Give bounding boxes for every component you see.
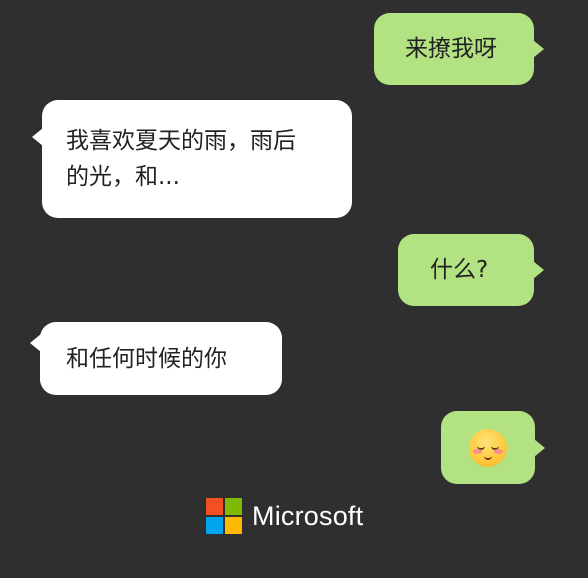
message-text: 什么? — [430, 257, 489, 283]
microsoft-brand: Microsoft — [206, 496, 363, 536]
message-line: 的光，和... — [66, 164, 180, 190]
message-text: 和任何时候的你 — [66, 345, 227, 372]
microsoft-logo-icon — [206, 498, 242, 534]
sent-message-bubble[interactable]: 来撩我呀 — [374, 13, 544, 85]
bubble-tail — [533, 261, 544, 279]
bubble-tail — [534, 438, 545, 457]
sent-emoji-bubble[interactable] — [441, 411, 545, 484]
logo-square-red — [206, 498, 223, 515]
logo-square-blue — [206, 517, 223, 534]
received-message-bubble[interactable]: 我喜欢夏天的雨，雨后 的光，和... — [32, 100, 352, 218]
brand-name: Microsoft — [252, 500, 364, 531]
blushing-smile-emoji-icon — [469, 428, 507, 467]
message-text: 来撩我呀 — [405, 36, 497, 62]
bubble-tail — [533, 40, 544, 58]
chat-thread: 来撩我呀 我喜欢夏天的雨，雨后 的光，和... 什么? 和任何时候的你 Micr… — [0, 0, 588, 578]
emoji-blush — [494, 448, 503, 454]
sent-message-bubble[interactable]: 什么? — [398, 234, 544, 306]
message-text: 我喜欢夏天的雨，雨后 的光，和... — [66, 123, 296, 195]
bubble-tail — [30, 334, 41, 352]
message-line: 我喜欢夏天的雨，雨后 — [66, 128, 296, 154]
logo-square-yellow — [225, 517, 242, 534]
emoji-blush — [473, 448, 482, 454]
bubble-tail — [32, 128, 43, 146]
received-message-bubble[interactable]: 和任何时候的你 — [30, 322, 282, 395]
logo-square-green — [225, 498, 242, 515]
emoji-mouth — [484, 455, 492, 460]
